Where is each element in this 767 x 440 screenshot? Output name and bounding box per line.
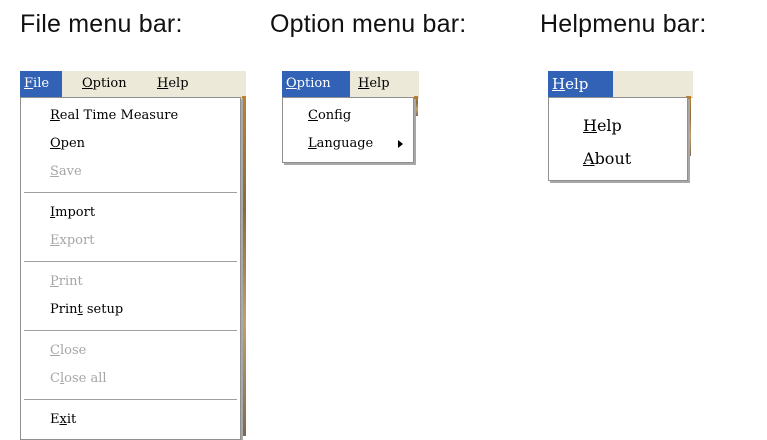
mi-post: setup	[82, 302, 124, 317]
mi-post: mport	[55, 205, 96, 220]
mi-post: ave	[58, 164, 82, 179]
mi-accel: S	[50, 164, 59, 179]
mi-post: xport	[59, 233, 95, 248]
file-dropdown-menu: Real Time Measure Open Save Import Expor…	[20, 97, 241, 440]
menubar-option-item[interactable]: Option	[78, 71, 131, 97]
mi-accel: O	[50, 136, 61, 151]
menubar-file-accel: F	[24, 76, 34, 91]
menu-item-about[interactable]: About	[583, 149, 687, 168]
menu-separator	[24, 261, 237, 263]
submenu-arrow-icon	[398, 140, 403, 148]
menu-separator	[24, 192, 237, 194]
menubar-file-item[interactable]: File	[20, 71, 62, 97]
menubar-help-item[interactable]: Help	[354, 71, 394, 97]
mi-accel: C	[308, 108, 318, 123]
background-window-edge	[414, 96, 418, 116]
menu-item-exit[interactable]: Exit	[50, 412, 240, 427]
menu-item-close: Close	[50, 343, 240, 358]
mi-accel: E	[50, 233, 60, 248]
menubar-file-label: ile	[33, 76, 50, 91]
help-menu-heading: Helpmenu bar:	[540, 10, 707, 38]
menu-item-print: Print	[50, 274, 240, 289]
mi-pre: E	[50, 412, 60, 427]
menu-item-real-time-measure[interactable]: Real Time Measure	[50, 108, 240, 123]
menubar-option-label: ption	[296, 76, 331, 91]
menubar-help-label: elp	[168, 76, 189, 91]
option-menu-heading: Option menu bar:	[270, 10, 467, 38]
mi-pre: Prin	[50, 302, 78, 317]
menu-separator	[24, 399, 237, 401]
menubar-option-accel: O	[82, 76, 93, 91]
menu-item-config[interactable]: Config	[308, 108, 413, 123]
menubar-help-label: elp	[565, 75, 589, 93]
menubar-option-item[interactable]: Option	[282, 71, 350, 97]
menubar-help-accel: H	[552, 75, 566, 93]
menu-item-close-all: Close all	[50, 371, 240, 386]
menubar-help-accel: H	[358, 76, 370, 91]
menu-item-open[interactable]: Open	[50, 136, 240, 151]
menubar-option-accel: O	[286, 76, 297, 91]
file-menu-heading: File menu bar:	[20, 10, 183, 38]
option-dropdown-menu: Config Language	[282, 97, 414, 163]
file-section-menubar: File Option Help	[20, 71, 246, 98]
mi-pre: C	[50, 371, 60, 386]
mi-post: pen	[60, 136, 86, 151]
menubar-help-accel: H	[157, 76, 169, 91]
mi-accel: x	[59, 412, 67, 427]
menubar-help-item[interactable]: Help	[548, 71, 613, 97]
menu-item-help[interactable]: Help	[583, 116, 687, 135]
mi-accel: L	[308, 136, 317, 151]
mi-accel: P	[50, 274, 59, 289]
mi-rest: onfig	[317, 108, 352, 123]
mi-rest: bout	[594, 149, 632, 168]
menubar-option-label: ption	[92, 76, 127, 91]
mi-accel: R	[50, 108, 60, 123]
menu-item-save: Save	[50, 164, 240, 179]
option-section-menubar: Option Help	[282, 71, 419, 98]
menu-item-export: Export	[50, 233, 240, 248]
mi-post: eal Time Measure	[59, 108, 179, 123]
menubar-help-item[interactable]: Help	[153, 71, 193, 97]
menu-separator	[24, 330, 237, 332]
mi-accel: A	[583, 149, 595, 168]
menu-item-print-setup[interactable]: Print setup	[50, 302, 240, 317]
menu-item-import[interactable]: Import	[50, 205, 240, 220]
mi-rest: elp	[596, 116, 622, 135]
mi-post: rint	[58, 274, 83, 289]
mi-rest: anguage	[316, 136, 374, 151]
help-section-menubar: Help	[548, 71, 693, 98]
help-dropdown-menu: Help About	[548, 97, 688, 181]
mi-post: it	[66, 412, 77, 427]
mi-accel: C	[50, 343, 60, 358]
background-window-edge	[242, 96, 246, 436]
mi-post: ose all	[64, 371, 107, 386]
mi-post: lose	[59, 343, 87, 358]
menubar-help-label: elp	[369, 76, 390, 91]
mi-accel: H	[583, 116, 597, 135]
